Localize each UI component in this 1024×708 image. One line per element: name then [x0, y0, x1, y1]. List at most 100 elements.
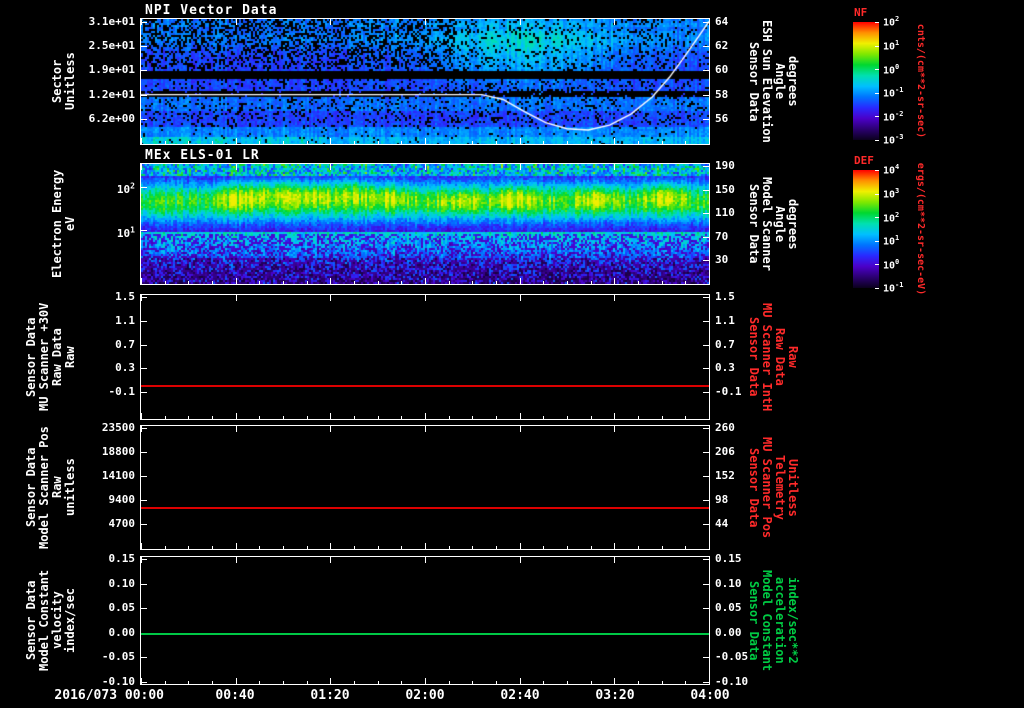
tick-mark: [141, 278, 142, 284]
tick-mark: [306, 416, 308, 419]
tick-mark: [330, 19, 332, 25]
tick-mark: [685, 416, 687, 419]
tick-mark: [543, 681, 545, 684]
y-tick-label: 62: [715, 38, 729, 52]
tick-mark: [875, 240, 879, 242]
nf-colorbar-title: NF: [854, 6, 868, 19]
npi-panel-title: NPI Vector Data: [145, 3, 278, 18]
tick-mark: [496, 681, 497, 684]
tick-mark: [519, 557, 521, 563]
tick-mark: [330, 278, 332, 284]
tick-mark: [519, 543, 521, 549]
tick-mark: [425, 138, 426, 144]
tick-mark: [590, 416, 592, 419]
npi-spectrogram-panel[interactable]: Sector Unitless Sensor Data ESH Sun Elev…: [50, 15, 800, 145]
y-tick-label: -0.05: [101, 650, 135, 664]
tick-mark: [567, 546, 568, 549]
npi-heatmap: [141, 19, 709, 144]
time-tick-label: 04:00: [690, 688, 730, 703]
mu-scanner-30v-panel[interactable]: Sensor Data MU Scanner +30V Raw Data Raw…: [24, 291, 800, 420]
y-tick-label: 0.3: [715, 361, 735, 375]
tick-mark: [614, 543, 616, 549]
els-spectrogram-panel[interactable]: Electron Energy eV Sensor Data Model Sca…: [50, 160, 800, 285]
tick-mark: [703, 344, 709, 346]
def-colorbar: DEF ergs/(cm**2-sr-sec-eV) 104 103 102 101 1…: [853, 154, 926, 295]
tick-mark: [212, 141, 213, 144]
time-tick-label: 00:40: [215, 688, 255, 703]
tick-mark: [703, 583, 709, 585]
tick-mark: [259, 281, 261, 284]
def-colorbar-gradient: [853, 170, 879, 288]
tick-mark: [496, 546, 497, 549]
tick-mark: [141, 391, 147, 393]
tick-mark: [141, 583, 147, 585]
tick-mark: [685, 281, 687, 284]
tick-mark: [141, 186, 147, 188]
els-heatmap: [141, 164, 709, 284]
colorbar-tick-label: 101: [883, 234, 900, 248]
tick-mark: [448, 416, 450, 419]
tick-mark: [354, 141, 355, 144]
tick-mark: [875, 45, 879, 47]
tick-mark: [306, 546, 308, 549]
npi-y-axis-label: Sector Unitless: [50, 52, 77, 111]
tick-mark: [703, 45, 709, 47]
tick-mark: [164, 546, 166, 549]
npi-right-axis-label: Sensor Data ESH Sun Elevation Angle degr…: [747, 20, 800, 143]
y-tick-label: 101: [116, 225, 135, 240]
tick-mark: [614, 164, 616, 170]
tick-mark: [401, 141, 403, 144]
tick-mark: [567, 416, 568, 419]
scanner-pos-panel[interactable]: Sensor Data Model Scanner Pos Raw unitle…: [24, 422, 800, 550]
time-axis: 2016/073 00:00 00:40 01:20 02:00 02:40 03:20…: [54, 688, 729, 704]
tick-mark: [661, 141, 663, 144]
colorbar-tick-label: 10-2: [883, 109, 904, 124]
tick-mark: [330, 543, 332, 549]
y-tick-label: 110: [715, 206, 735, 220]
tick-mark: [377, 546, 379, 549]
tick-mark: [448, 141, 450, 144]
tick-mark: [188, 681, 190, 684]
tick-mark: [519, 678, 521, 684]
tick-mark: [703, 524, 709, 526]
tick-mark: [709, 138, 710, 144]
tick-mark: [703, 452, 709, 454]
model-constant-velocity-panel[interactable]: Sensor Data Model Constant velocity inde…: [24, 552, 800, 687]
tick-mark: [496, 281, 497, 284]
tick-mark: [448, 681, 450, 684]
tick-mark: [661, 546, 663, 549]
colorbar-tick-label: 100: [883, 257, 900, 272]
tick-mark: [141, 70, 147, 72]
tick-mark: [638, 281, 639, 284]
tick-mark: [283, 546, 284, 549]
tick-mark: [354, 546, 355, 549]
y-tick-label: 260: [715, 421, 735, 435]
tick-mark: [141, 138, 142, 144]
time-tick-label: 01:20: [310, 688, 350, 703]
tick-mark: [283, 141, 284, 144]
els-y-axis-label: Electron Energy eV: [50, 169, 77, 279]
tick-mark: [354, 416, 355, 419]
tick-mark: [472, 681, 474, 684]
tick-mark: [638, 141, 639, 144]
tick-mark: [141, 164, 142, 170]
tick-mark: [141, 344, 147, 346]
y-tick-label: -0.10: [715, 675, 749, 689]
colorbar-tick-label: 103: [883, 186, 900, 201]
tick-mark: [235, 543, 237, 549]
tick-mark: [703, 119, 709, 120]
colorbar-tick-label: 104: [883, 163, 900, 177]
tick-mark: [188, 546, 190, 549]
tick-mark: [496, 141, 497, 144]
tick-mark: [141, 426, 142, 432]
colorbar-tick-label: 102: [883, 15, 900, 29]
tick-mark: [306, 681, 308, 684]
tick-mark: [259, 546, 261, 549]
y-tick-label: -0.1: [108, 384, 136, 398]
tick-mark: [685, 546, 687, 549]
tick-mark: [141, 230, 147, 231]
tick-mark: [141, 678, 142, 684]
tick-mark: [567, 281, 568, 284]
tick-mark: [590, 681, 592, 684]
colorbar-tick-label: 102: [883, 210, 900, 224]
